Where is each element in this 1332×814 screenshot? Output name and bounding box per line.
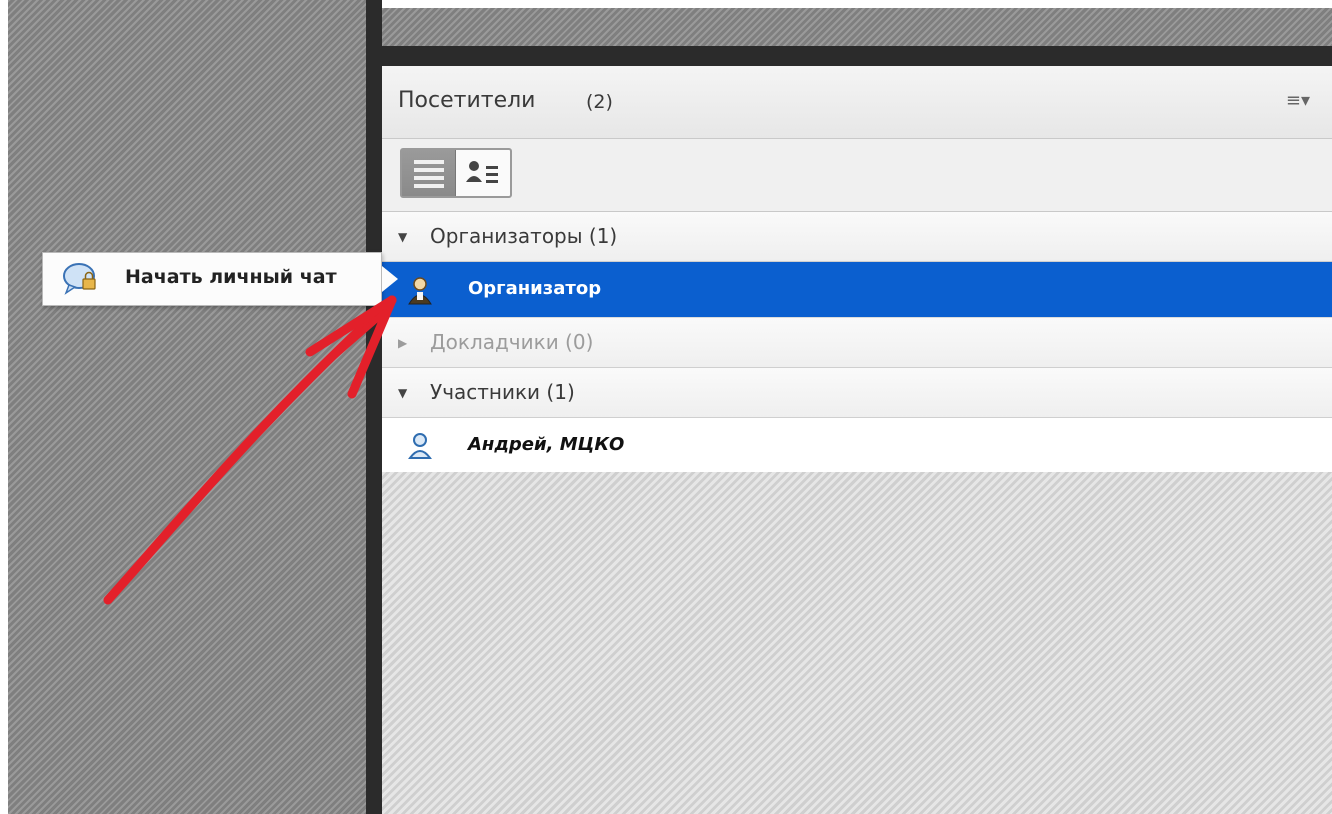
top-pod [382,8,1332,66]
tooltip-pointer [382,266,398,292]
section-label: Организаторы (1) [430,224,618,248]
collapse-arrow-icon[interactable]: ▶ [398,336,407,350]
view-toggle-group [400,148,512,198]
expand-arrow-icon[interactable]: ▼ [398,386,407,400]
participant-user-icon [408,433,432,459]
pod-divider [366,0,382,814]
private-chat-label: Начать личный чат [125,266,337,288]
section-label: Участники (1) [430,380,575,404]
attendee-row-host[interactable]: Организатор [382,262,1332,318]
private-chat-icon [63,263,96,295]
expand-arrow-icon[interactable]: ▼ [398,230,407,244]
pod-header: Посетители (2) ≡▾ [382,66,1332,139]
menu-dropdown-icon[interactable]: ≡▾ [1286,90,1310,111]
attendee-list-icon[interactable] [456,150,510,196]
view-toolbar [382,139,1332,212]
list-view-icon[interactable] [402,150,456,196]
section-label: Докладчики (0) [430,330,594,354]
attendee-row-participant[interactable]: Андрей, МЦКО [382,418,1332,474]
attendees-pod: Посетители (2) ≡▾ ▼ Организаторы (1) Орг… [382,66,1332,814]
attendee-count: (2) [586,91,613,113]
attendee-name: Андрей, МЦКО [468,434,625,455]
attendee-name: Организатор [468,278,602,299]
private-chat-menu-item[interactable]: Начать личный чат [42,252,382,306]
section-participants[interactable]: ▼ Участники (1) [382,368,1332,418]
section-presenters[interactable]: ▶ Докладчики (0) [382,318,1332,368]
host-user-icon [408,277,432,305]
list-empty-area [382,472,1332,814]
pod-title: Посетители [398,88,536,113]
attendee-list: ▼ Организаторы (1) Организатор ▶ Докладч… [382,212,1332,474]
stage-background [8,0,366,814]
section-hosts[interactable]: ▼ Организаторы (1) [382,212,1332,262]
